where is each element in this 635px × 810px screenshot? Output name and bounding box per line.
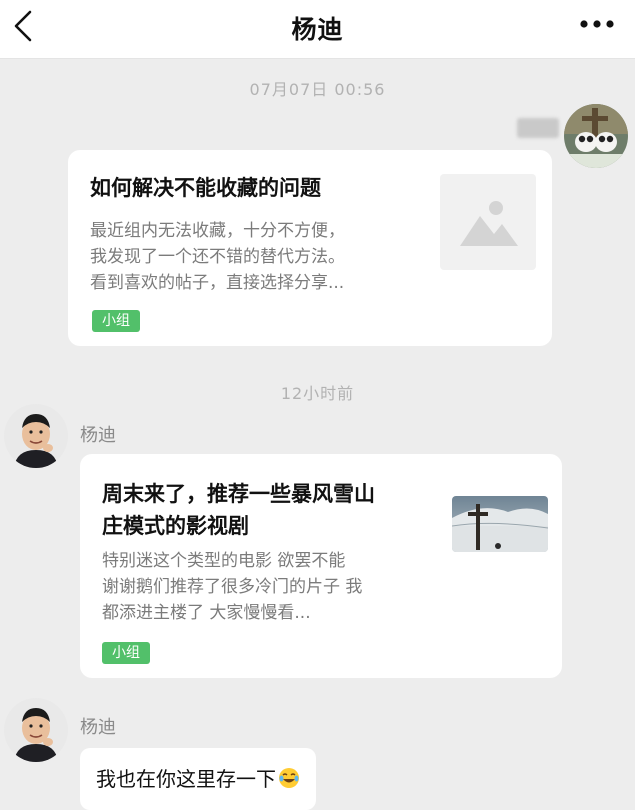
- image-placeholder-icon: [440, 174, 536, 270]
- chat-title: 杨迪: [291, 15, 344, 44]
- description-line: 看到喜欢的帖子，直接选择分享...: [90, 273, 345, 293]
- post-description: 最近组内无法收藏，十分不方便， 我发现了一个还不错的替代方法。 看到喜欢的帖子，…: [90, 218, 345, 296]
- description-line: 我发现了一个还不错的替代方法。: [90, 247, 345, 267]
- shared-post-card[interactable]: 周末来了，推荐一些暴风雪山 庄模式的影视剧 特别迷这个类型的电影 欲罢不能 谢谢…: [80, 454, 562, 678]
- tears-of-joy-emoji-icon: [279, 768, 299, 788]
- sender-name: 杨迪: [80, 425, 116, 446]
- title-line: 周末来了，推荐一些暴风雪山: [102, 482, 375, 506]
- avatar-image: [4, 404, 68, 468]
- timestamp: 12小时前: [280, 384, 355, 403]
- avatar-image: [4, 698, 68, 762]
- avatar-image: [564, 104, 628, 168]
- text-message-bubble[interactable]: 我也在你这里存一下: [80, 748, 316, 810]
- sender-avatar[interactable]: [4, 404, 68, 468]
- post-title: 如何解决不能收藏的问题: [90, 176, 321, 200]
- sender-avatar[interactable]: [4, 698, 68, 762]
- group-tag: 小组: [92, 310, 140, 332]
- more-horizontal-icon[interactable]: [579, 16, 615, 32]
- timestamp: 07月07日 00:56: [249, 80, 386, 99]
- post-description: 特别迷这个类型的电影 欲罢不能 谢谢鹅们推荐了很多冷门的片子 我 都添进主楼了 …: [102, 548, 362, 626]
- post-thumbnail: [452, 496, 548, 552]
- description-line: 特别迷这个类型的电影 欲罢不能: [102, 551, 346, 571]
- own-avatar[interactable]: [564, 104, 628, 168]
- title-line: 庄模式的影视剧: [102, 514, 249, 538]
- sender-name: 杨迪: [80, 717, 116, 738]
- group-tag: 小组: [102, 642, 150, 664]
- message-text: 我也在你这里存一下: [96, 767, 276, 791]
- top-bar: 杨迪: [0, 0, 635, 59]
- description-line: 最近组内无法收藏，十分不方便，: [90, 221, 345, 241]
- post-title: 周末来了，推荐一些暴风雪山 庄模式的影视剧: [102, 478, 375, 542]
- shared-post-card[interactable]: 如何解决不能收藏的问题 最近组内无法收藏，十分不方便， 我发现了一个还不错的替代…: [68, 150, 552, 346]
- description-line: 都添进主楼了 大家慢慢看...: [102, 603, 311, 623]
- description-line: 谢谢鹅们推荐了很多冷门的片子 我: [102, 577, 363, 597]
- blurred-sender-name: [517, 118, 559, 138]
